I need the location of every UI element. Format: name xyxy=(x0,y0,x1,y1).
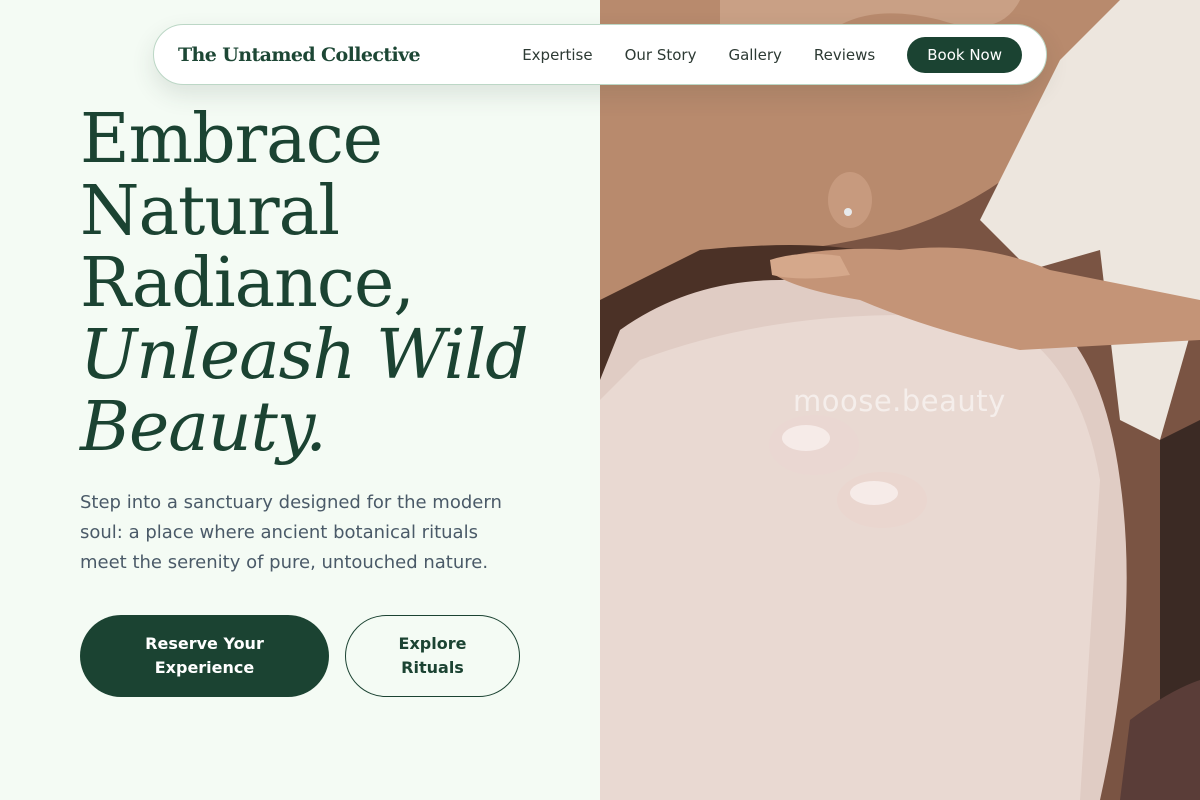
hero-headline: Embrace Natural Radiance, Unleash Wild B… xyxy=(80,104,580,464)
nav-link-expertise[interactable]: Expertise xyxy=(522,46,592,64)
hero-lead-paragraph: Step into a sanctuary designed for the m… xyxy=(80,492,502,573)
nav-link-gallery[interactable]: Gallery xyxy=(728,46,781,64)
photo-watermark: moose.beauty xyxy=(793,384,1006,418)
reserve-experience-button[interactable]: Reserve Your Experience xyxy=(80,615,329,697)
nav-link-our-story[interactable]: Our Story xyxy=(625,46,697,64)
hero-photo: moose.beauty xyxy=(600,0,1200,800)
headline-italic-line: Unleash Wild xyxy=(80,316,529,395)
nav-links: Expertise Our Story Gallery Reviews Book… xyxy=(522,36,1022,73)
nav-link-reviews[interactable]: Reviews xyxy=(814,46,875,64)
top-navbar: The Untamed Collective Expertise Our Sto… xyxy=(153,24,1047,85)
brand-logo-text[interactable]: The Untamed Collective xyxy=(178,44,421,66)
headline-line: Radiance, xyxy=(80,244,415,323)
headline-line: Natural xyxy=(80,172,340,251)
headline-line: Embrace xyxy=(80,100,383,179)
book-now-button[interactable]: Book Now xyxy=(907,36,1022,73)
headline-italic-line: Beauty. xyxy=(80,388,327,467)
explore-rituals-button[interactable]: Explore Rituals xyxy=(345,615,520,697)
